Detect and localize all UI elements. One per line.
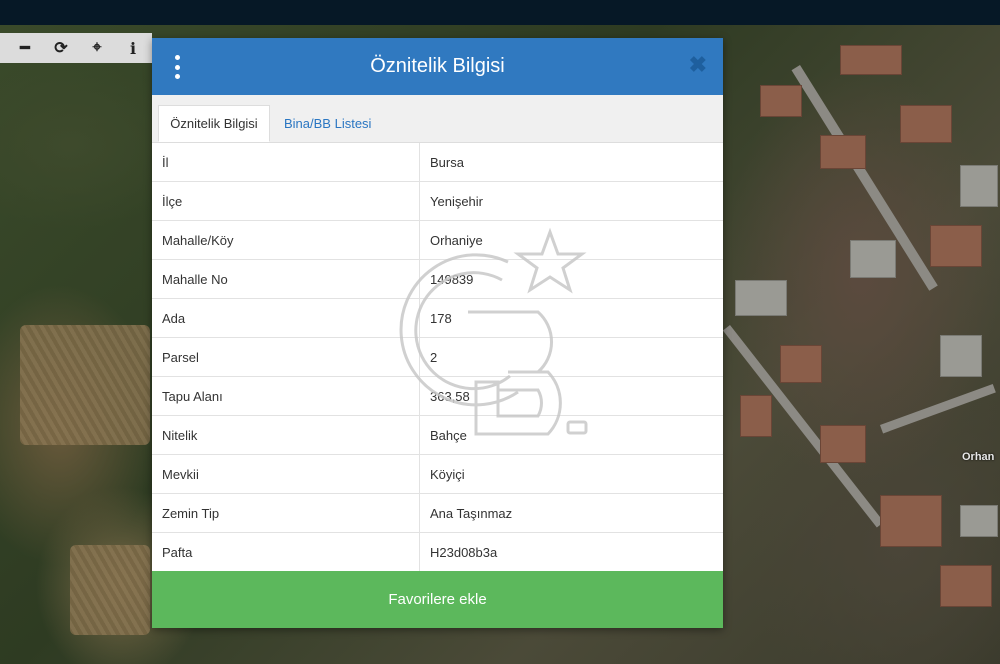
map-building — [930, 225, 982, 267]
row-value: Orhaniye — [430, 232, 483, 248]
row-key: Pafta — [152, 533, 420, 571]
row-value: Bursa — [430, 154, 464, 170]
top-bar — [0, 0, 1000, 25]
info-icon[interactable]: i — [122, 37, 144, 59]
map-field — [70, 545, 150, 635]
row-value: Bahçe — [430, 427, 467, 443]
map-building — [760, 85, 802, 117]
row-value: H23d08b3a — [430, 544, 498, 560]
row-key: Tapu Alanı — [152, 377, 420, 415]
map-building — [880, 495, 942, 547]
row-key: Mahalle No — [152, 260, 420, 298]
map-field — [20, 325, 150, 445]
row-key: Mahalle/Köy — [152, 221, 420, 259]
row-value: 2 — [430, 349, 438, 365]
map-building — [960, 165, 998, 207]
map-building — [780, 345, 822, 383]
attribute-info-dialog: Öznitelik Bilgisi ✖ Öznitelik Bilgisi Bi… — [152, 38, 723, 628]
map-building — [820, 425, 866, 463]
map-building — [735, 280, 787, 316]
row-key: Nitelik — [152, 416, 420, 454]
row-value: 149839 — [430, 271, 474, 287]
table-row: Mahalle/Köy Orhaniye — [152, 221, 723, 260]
map-road — [880, 383, 996, 434]
map-building — [900, 105, 952, 143]
table-row: Parsel 2 — [152, 338, 723, 377]
close-icon[interactable]: ✖ — [689, 54, 707, 76]
tab-attribute-info[interactable]: Öznitelik Bilgisi — [158, 105, 270, 142]
row-value: Ana Taşınmaz — [430, 505, 513, 521]
table-row: Mahalle No 149839 — [152, 260, 723, 299]
map-place-label: Orhan — [962, 451, 995, 463]
map-building — [960, 505, 998, 537]
table-row: Zemin Tip Ana Taşınmaz — [152, 494, 723, 533]
row-key: İl — [152, 143, 420, 181]
row-key: Zemin Tip — [152, 494, 420, 532]
refresh-icon[interactable]: ⟳ — [50, 37, 72, 59]
map-building — [840, 45, 902, 75]
row-value: 178 — [430, 310, 452, 326]
add-to-favorites-button[interactable]: Favorilere ekle — [152, 571, 723, 628]
table-row: Nitelik Bahçe — [152, 416, 723, 455]
tab-building-list[interactable]: Bina/BB Listesi — [276, 105, 379, 142]
row-value: Yenişehir — [430, 193, 484, 209]
dialog-tabs: Öznitelik Bilgisi Bina/BB Listesi — [152, 95, 723, 143]
kebab-menu-icon[interactable] — [172, 55, 182, 79]
row-key: İlçe — [152, 182, 420, 220]
dialog-header: Öznitelik Bilgisi ✖ — [152, 38, 723, 95]
table-row: Tapu Alanı 363,58 — [152, 377, 723, 416]
dialog-title: Öznitelik Bilgisi — [370, 55, 505, 77]
map-building — [740, 395, 772, 437]
table-row: Pafta H23d08b3a — [152, 533, 723, 572]
map-building — [820, 135, 866, 169]
row-value: 363,58 — [430, 388, 470, 404]
attribute-table: İl Bursa İlçe Yenişehir Mahalle/Köy Orhaniy… — [152, 143, 723, 572]
table-row: İl Bursa — [152, 143, 723, 182]
crosshair-icon[interactable]: ⌖ — [86, 37, 108, 59]
map-building — [940, 335, 982, 377]
row-key: Mevkii — [152, 455, 420, 493]
table-row: Mevkii Köyiçi — [152, 455, 723, 494]
row-value: Köyiçi — [430, 466, 465, 482]
map-toolbar: ━ ⟳ ⌖ i — [0, 33, 152, 63]
table-row: İlçe Yenişehir — [152, 182, 723, 221]
map-building — [850, 240, 896, 278]
row-key: Parsel — [152, 338, 420, 376]
map-building — [940, 565, 992, 607]
table-row: Ada 178 — [152, 299, 723, 338]
minus-icon[interactable]: ━ — [14, 37, 36, 59]
row-key: Ada — [152, 299, 420, 337]
